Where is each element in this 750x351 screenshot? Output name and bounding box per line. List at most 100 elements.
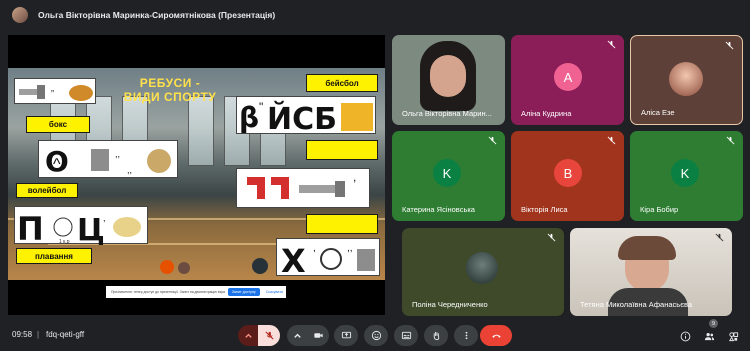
info-button[interactable] (677, 328, 693, 344)
participant-name: Поліна Чередниченко (412, 300, 488, 309)
captions-button[interactable] (394, 325, 418, 346)
svg-text:,,: ,, (115, 149, 120, 159)
participant-name: Аліна Кудрина (521, 109, 572, 118)
mic-off-icon (488, 136, 497, 145)
participant-name: Кіра Бобир (640, 205, 679, 214)
label-volleyball: волейбол (16, 183, 78, 198)
participant-tile[interactable]: Тетяна Миколаївна Афанасьєва (570, 228, 732, 316)
present-screen-icon (341, 331, 351, 339)
gym-window (188, 96, 214, 166)
presentation-title: Ольга Вікторівна Маринка-Сиромятнікова (… (38, 10, 276, 20)
ball (160, 260, 174, 274)
top-bar: Ольга Вікторівна Маринка-Сиромятнікова (… (0, 0, 750, 30)
participant-tile[interactable]: Поліна Чередниченко (402, 228, 564, 316)
participant-face (430, 55, 466, 97)
avatar (466, 252, 498, 284)
svg-text:,: , (353, 170, 356, 184)
participant-name: Ольга Вікторівна Марин... (402, 109, 492, 118)
answer-slot-2 (306, 214, 378, 234)
participant-name: Тетяна Миколаївна Афанасьєва (580, 300, 693, 309)
svg-text:1 к.р: 1 к.р (59, 239, 70, 245)
avatar: K (433, 159, 461, 187)
svg-text:^: ^ (53, 156, 61, 173)
rebus-boxing: „ (14, 78, 96, 104)
rebus-baseball-picture: β " ЙСБ (239, 100, 373, 137)
svg-text:П: П (17, 210, 44, 245)
slide-title: РЕБУСИ - ВИДИ СПОРТУ (120, 76, 220, 104)
mic-off-icon (607, 136, 616, 145)
mic-off-icon (547, 233, 556, 242)
label-boxing: бокс (26, 116, 90, 133)
rebus-swimming-picture: П Ц 1 к.р , (17, 210, 141, 248)
label-swimming: плавання (16, 248, 92, 264)
request-access-button[interactable]: Запит доступу (227, 288, 260, 296)
participant-tile[interactable]: K Кіра Бобир (630, 131, 743, 221)
presenter-avatar (12, 7, 28, 23)
emoji-icon (371, 330, 381, 341)
raise-hand-button[interactable] (424, 325, 448, 346)
avatar: K (671, 159, 699, 187)
mic-off-icon (726, 136, 735, 145)
people-icon (704, 332, 714, 340)
answer-slot-1 (306, 140, 378, 160)
slide-title-line1: РЕБУСИ - (139, 76, 201, 90)
svg-text:,: , (103, 213, 106, 223)
mic-toggle-button[interactable] (258, 325, 280, 346)
svg-text:Ц: Ц (77, 213, 105, 245)
chevron-up-icon (244, 333, 252, 338)
svg-text:β: β (239, 101, 259, 134)
clock: 09:58 (12, 330, 33, 339)
participant-hair (618, 236, 676, 260)
participant-tile[interactable]: Ольга Вікторівна Марин... (392, 35, 505, 125)
share-notice: Призначення: тепер доступ до презентації… (106, 286, 286, 298)
svg-text:,,: ,, (347, 243, 353, 254)
activities-button[interactable] (725, 328, 741, 344)
label-baseball: бейсбол (306, 74, 378, 92)
svg-text:ЙСБ: ЙСБ (267, 101, 337, 135)
participant-name: Вікторія Лиса (521, 205, 568, 214)
shapes-icon (728, 331, 738, 341)
present-button[interactable] (334, 325, 358, 346)
ball (252, 258, 268, 274)
slide: РЕБУСИ - ВИДИ СПОРТУ „ бокс О ^ ,, ,, во… (8, 68, 385, 280)
avatar (669, 62, 703, 96)
chevron-up-icon (293, 333, 301, 338)
captions-icon (401, 331, 411, 340)
reactions-button[interactable] (364, 325, 388, 346)
bottom-bar: 09:58 | fdq-qeti-gff (0, 320, 750, 351)
people-button[interactable] (701, 328, 717, 344)
mic-off-icon (725, 41, 734, 50)
svg-text:Х: Х (281, 242, 306, 277)
magnet-and-bolt-icon: , (247, 170, 356, 199)
presentation-area: РЕБУСИ - ВИДИ СПОРТУ „ бокс О ^ ,, ,, во… (8, 35, 385, 315)
info-icon (680, 331, 690, 341)
avatar: B (554, 159, 582, 187)
cancel-button[interactable]: Скасувати (263, 288, 286, 296)
rebus-volleyball: О ^ ,, ,, (38, 140, 178, 178)
phone-hangup-icon (491, 334, 501, 338)
rebus-4: , (236, 168, 370, 208)
participant-tile[interactable]: Аліса Езе (630, 35, 743, 125)
svg-text:,,: ,, (127, 165, 132, 175)
participant-tile[interactable]: B Вікторія Лиса (511, 131, 624, 221)
mic-options-button[interactable] (238, 325, 258, 346)
avatar: A (554, 63, 582, 91)
more-options-button[interactable] (454, 325, 478, 346)
ball (178, 262, 190, 274)
leave-call-button[interactable] (480, 325, 512, 346)
camera-options-button[interactable] (287, 325, 307, 346)
rebus-5-picture: Х , ,, (281, 242, 375, 280)
mic-off-icon (264, 331, 274, 340)
rebus-5: Х , ,, (276, 238, 380, 280)
separator: | (37, 330, 40, 339)
bolt-and-bread-icon: „ (19, 83, 93, 101)
svg-text:,: , (313, 243, 316, 254)
svg-text:": " (259, 100, 263, 114)
participant-tile[interactable]: K Катерина Ясіновська (392, 131, 505, 221)
rebus-baseball: β " ЙСБ (236, 96, 376, 137)
participant-name: Аліса Езе (641, 108, 675, 117)
people-count-badge: 9 (709, 319, 718, 328)
participant-name: Катерина Ясіновська (402, 205, 475, 214)
camera-toggle-button[interactable] (307, 325, 329, 346)
participant-tile[interactable]: A Аліна Кудрина (511, 35, 624, 125)
